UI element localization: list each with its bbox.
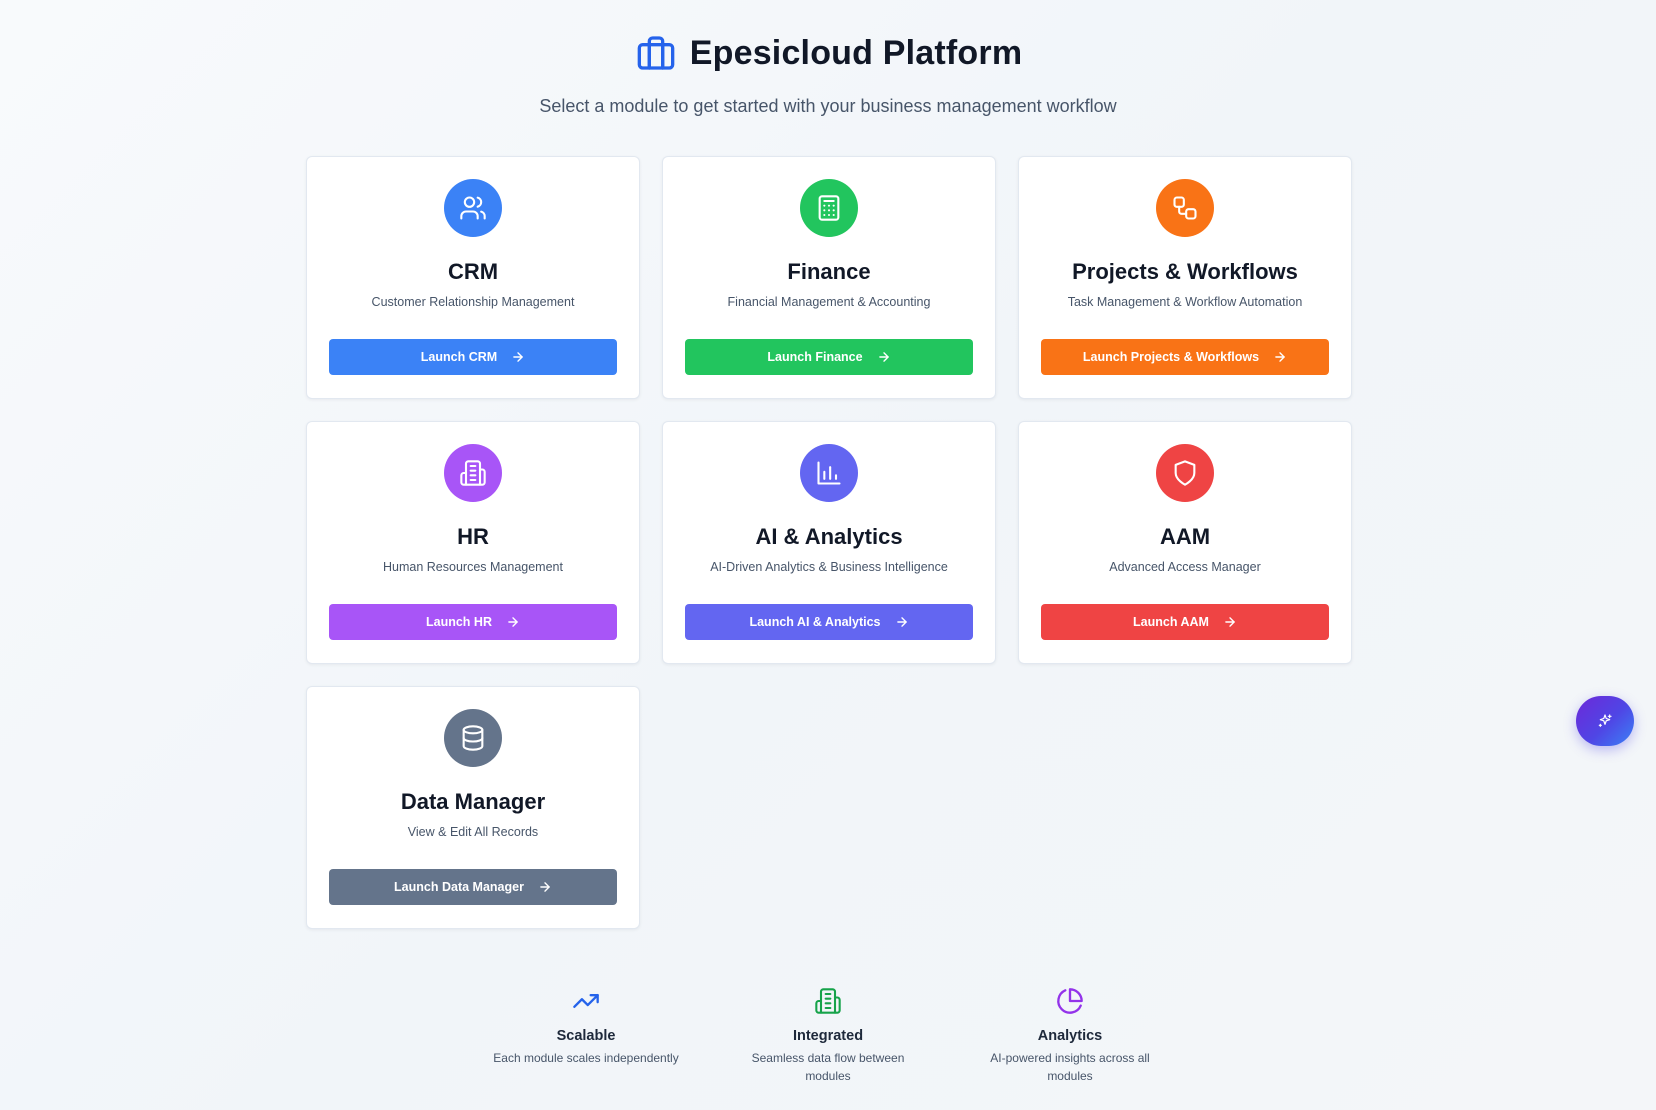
launch-button-label: Launch AAM	[1133, 615, 1209, 629]
workflow-icon	[1173, 196, 1197, 220]
feature-description: AI-powered insights across all modules	[990, 1051, 1150, 1083]
arrow-right-icon	[540, 882, 550, 892]
module-description: Task Management & Workflow Automation	[1067, 295, 1303, 309]
module-description: View & Edit All Records	[407, 825, 539, 839]
building-icon	[460, 460, 486, 486]
feature-description: Each module scales independently	[493, 1051, 679, 1065]
title-row: Epesicloud Platform	[0, 28, 1656, 78]
hr-icon-badge	[444, 444, 502, 502]
feature-integrated: Integrated Seamless data flow between mo…	[728, 986, 928, 1085]
sparkles-icon	[1598, 714, 1612, 727]
arrow-right-icon	[508, 617, 518, 627]
launch-button-label: Launch AI & Analytics	[749, 615, 881, 629]
users-icon	[460, 196, 486, 220]
launch-button-label: Launch Data Manager	[394, 880, 524, 894]
launch-data-manager-button[interactable]: Launch Data Manager	[329, 869, 617, 905]
module-description: Financial Management & Accounting	[727, 295, 931, 309]
launch-button-label: Launch HR	[426, 615, 492, 629]
launch-projects-button[interactable]: Launch Projects & Workflows	[1041, 339, 1329, 375]
arrow-right-icon	[896, 617, 907, 627]
module-name: CRM	[447, 259, 499, 284]
feature-title: Analytics	[1037, 1028, 1103, 1044]
building-icon	[815, 988, 841, 1014]
module-card-crm[interactable]: CRM Customer Relationship Management Lau…	[306, 156, 640, 399]
module-description: AI-Driven Analytics & Business Intellige…	[710, 560, 948, 574]
feature-highlights: Scalable Each module scales independentl…	[0, 986, 1656, 1085]
page-subtitle: Select a module to get started with your…	[539, 96, 1117, 116]
launch-button-label: Launch CRM	[420, 350, 498, 364]
module-name: AAM	[1159, 524, 1211, 549]
feature-description: Seamless data flow between modules	[751, 1051, 905, 1083]
launch-hr-button[interactable]: Launch HR	[329, 604, 617, 640]
module-name: HR	[457, 524, 489, 549]
database-icon	[462, 725, 484, 751]
module-description: Customer Relationship Management	[371, 295, 575, 309]
module-card-projects[interactable]: Projects & Workflows Task Management & W…	[1018, 156, 1352, 399]
module-card-data-manager[interactable]: Data Manager View & Edit All Records Lau…	[306, 686, 640, 929]
ai-assistant-button[interactable]	[1576, 696, 1634, 746]
feature-icon-wrap	[970, 986, 1170, 1016]
module-card-ai-analytics[interactable]: AI & Analytics AI-Driven Analytics & Bus…	[662, 421, 996, 664]
feature-icon-wrap	[486, 986, 686, 1016]
launch-button-label: Launch Finance	[767, 350, 863, 364]
arrow-right-icon	[1225, 617, 1235, 627]
feature-icon-wrap	[728, 986, 928, 1016]
ai-analytics-icon-badge	[800, 444, 858, 502]
module-card-hr[interactable]: HR Human Resources Management Launch HR	[306, 421, 640, 664]
feature-title: Scalable	[556, 1028, 616, 1044]
module-description: Human Resources Management	[383, 560, 563, 574]
feature-scalable: Scalable Each module scales independentl…	[486, 986, 686, 1085]
module-card-aam[interactable]: AAM Advanced Access Manager Launch AAM	[1018, 421, 1352, 664]
module-description: Advanced Access Manager	[1109, 560, 1261, 574]
module-name: Projects & Workflows	[1072, 259, 1298, 284]
launch-finance-button[interactable]: Launch Finance	[685, 339, 973, 375]
briefcase-icon	[637, 36, 675, 70]
module-grid: CRM Customer Relationship Management Lau…	[306, 156, 1352, 929]
launch-aam-button[interactable]: Launch AAM	[1041, 604, 1329, 640]
arrow-right-icon	[1275, 352, 1285, 362]
pie-chart-icon	[1057, 988, 1083, 1014]
projects-icon-badge	[1156, 179, 1214, 237]
arrow-right-icon	[513, 352, 523, 362]
module-name: Data Manager	[400, 789, 546, 814]
data-manager-icon-badge	[444, 709, 502, 767]
module-name: AI & Analytics	[755, 524, 903, 549]
calculator-icon	[818, 195, 840, 221]
bar-chart-icon	[817, 461, 841, 485]
launch-button-label: Launch Projects & Workflows	[1082, 350, 1260, 364]
launch-crm-button[interactable]: Launch CRM	[329, 339, 617, 375]
page-title: Epesicloud Platform	[689, 33, 1023, 72]
finance-icon-badge	[800, 179, 858, 237]
crm-icon-badge	[444, 179, 502, 237]
module-card-finance[interactable]: Finance Financial Management & Accountin…	[662, 156, 996, 399]
launch-ai-analytics-button[interactable]: Launch AI & Analytics	[685, 604, 973, 640]
aam-icon-badge	[1156, 444, 1214, 502]
feature-analytics: Analytics AI-powered insights across all…	[970, 986, 1170, 1085]
shield-icon	[1174, 460, 1196, 486]
arrow-right-icon	[878, 352, 889, 362]
trending-up-icon	[573, 994, 599, 1008]
feature-title: Integrated	[792, 1028, 864, 1044]
page-header: Epesicloud Platform Select a module to g…	[0, 28, 1656, 117]
module-name: Finance	[787, 259, 871, 284]
